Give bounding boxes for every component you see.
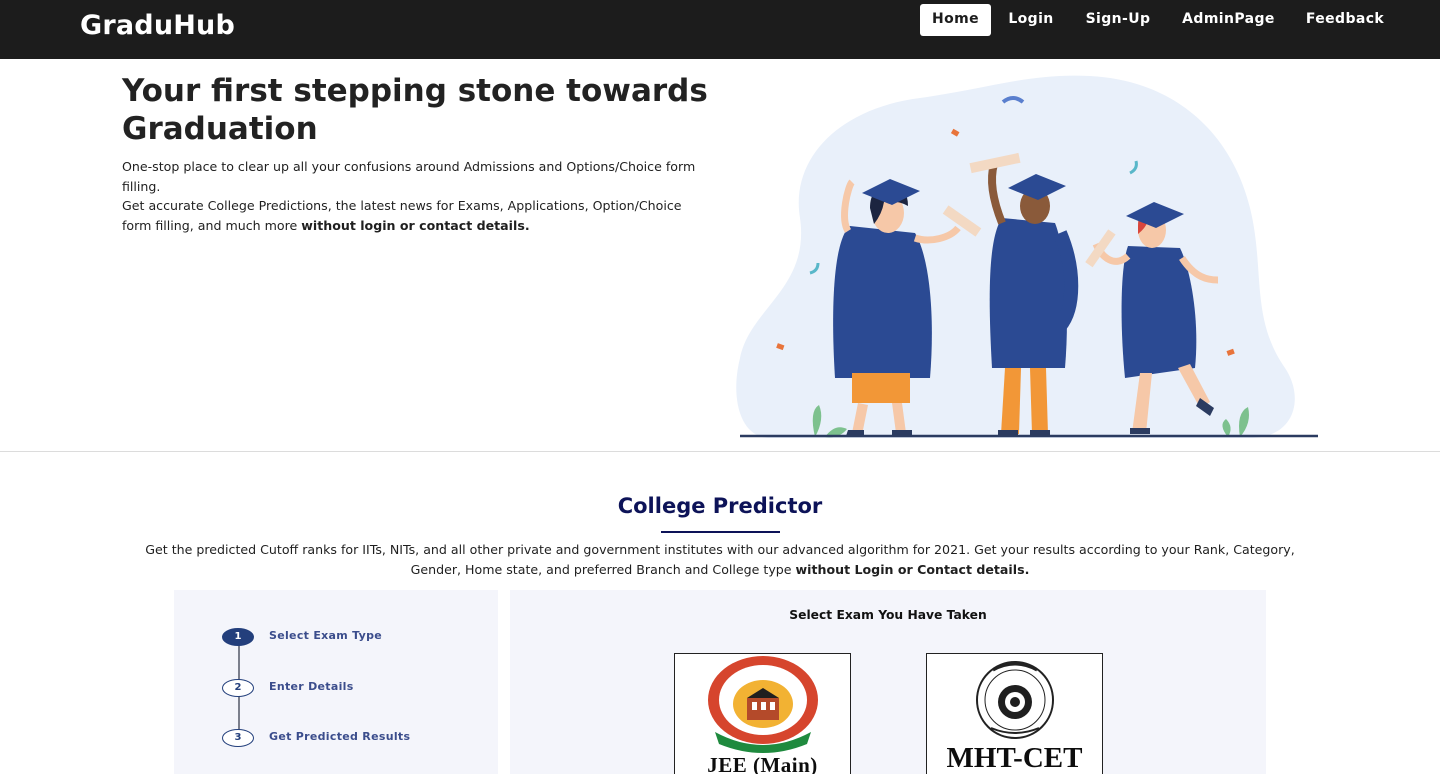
predictor-title-underline xyxy=(661,531,780,533)
predictor-description: Get the predicted Cutoff ranks for IITs,… xyxy=(140,540,1300,579)
exam-panel-title: Select Exam You Have Taken xyxy=(789,608,987,622)
hero-line-2-bold: without login or contact details. xyxy=(301,217,530,233)
top-navbar: GraduHub Home Login Sign-Up AdminPage Fe… xyxy=(0,0,1440,59)
predictor-title: College Predictor xyxy=(617,494,823,518)
step-3-circle: 3 xyxy=(222,729,254,747)
step-2-label: Enter Details xyxy=(269,680,354,693)
mht-cet-seal-icon xyxy=(976,661,1054,739)
nav-signup-link[interactable]: Sign-Up xyxy=(1076,4,1160,36)
nav-login-link[interactable]: Login xyxy=(1002,4,1060,36)
hero-description: One-stop place to clear up all your conf… xyxy=(122,157,702,235)
step-1-circle: 1 xyxy=(222,628,254,646)
hero-title: Your first stepping stone towards Gradua… xyxy=(122,73,708,147)
cbse-seal-icon xyxy=(708,656,818,753)
steps-panel: 1 Select Exam Type 2 Enter Details 3 Get… xyxy=(174,590,498,774)
predictor-description-bold: without Login or Contact details. xyxy=(795,561,1030,577)
nav-adminpage-link[interactable]: AdminPage xyxy=(1172,4,1285,36)
step-3-label: Get Predicted Results xyxy=(269,730,411,743)
exam-card-jee-main[interactable]: JEE (Main) xyxy=(674,653,851,774)
section-divider xyxy=(0,451,1440,452)
step-2-circle: 2 xyxy=(222,679,254,697)
exam-select-panel: Select Exam You Have Taken JEE (Main) MH… xyxy=(510,590,1266,774)
graduation-illustration xyxy=(736,75,1318,438)
exam-name-mht-cet: MHT-CET xyxy=(946,742,1083,774)
predictor-description-text: Get the predicted Cutoff ranks for IITs,… xyxy=(145,542,1295,577)
exam-name-jee-main: JEE (Main) xyxy=(707,753,818,774)
hero-line-1: One-stop place to clear up all your conf… xyxy=(122,159,696,194)
step-1-label: Select Exam Type xyxy=(269,629,383,642)
nav-home-link[interactable]: Home xyxy=(920,4,991,36)
nav-feedback-link[interactable]: Feedback xyxy=(1298,4,1392,36)
brand-logo[interactable]: GraduHub xyxy=(80,10,235,41)
exam-card-mht-cet[interactable]: MHT-CET xyxy=(926,653,1103,774)
